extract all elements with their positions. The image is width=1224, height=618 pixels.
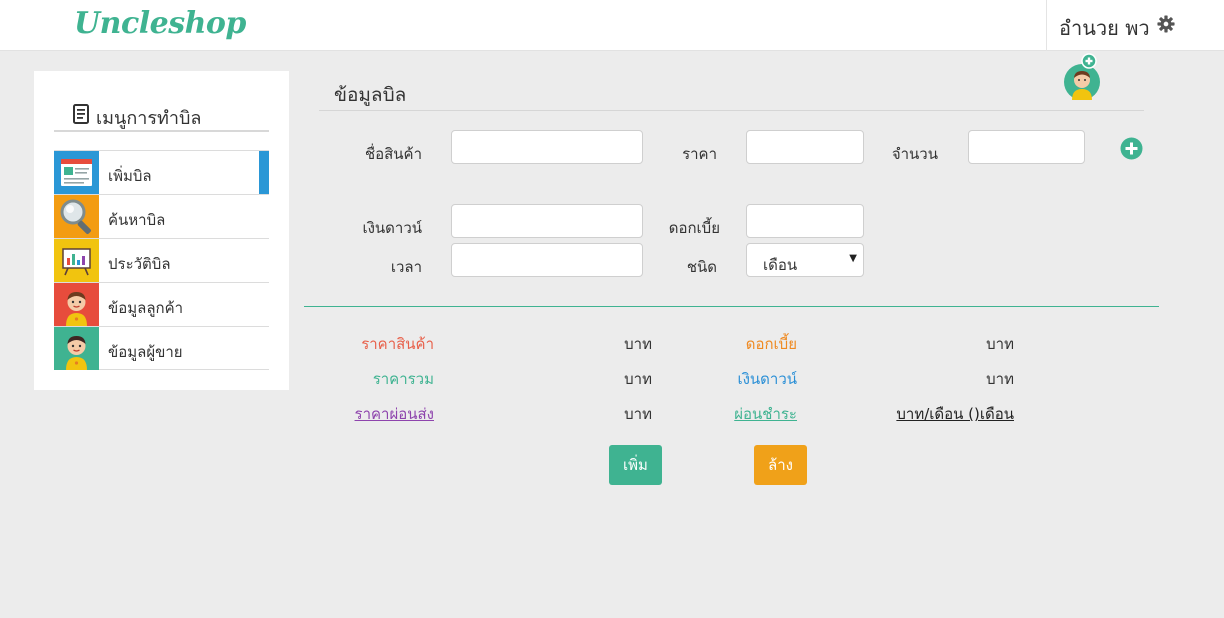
summary-payment-link[interactable]: ผ่อนชำระ <box>714 402 797 426</box>
bill-form-panel: ข้อมูลบิล ชื่อสินค้า ราคา จำนวน เงินดาวน… <box>304 53 1159 500</box>
price-input[interactable] <box>746 130 864 164</box>
sidebar-item-search-bill[interactable]: ค้นหาบิล <box>54 194 269 238</box>
sidebar-item-label: ค้นหาบิล <box>108 211 166 229</box>
summary-interest-unit: บาท <box>986 335 1014 353</box>
chart-board-icon <box>54 239 99 282</box>
product-name-label: ชื่อสินค้า <box>364 145 422 163</box>
gear-icon[interactable] <box>1157 15 1175 33</box>
summary-interest-label: ดอกเบี้ย <box>745 335 797 353</box>
user-name[interactable]: อำนวย พว <box>1059 12 1150 44</box>
type-label: ชนิด <box>686 258 717 276</box>
interest-label: ดอกเบี้ย <box>668 219 720 237</box>
summary-installment-price-unit: บาท <box>624 405 652 423</box>
product-name-input[interactable] <box>451 130 643 164</box>
menu-title: เมนูการทำบิล <box>54 101 269 132</box>
add-button[interactable]: เพิ่ม <box>609 445 662 485</box>
menu-title-text: เมนูการทำบิล <box>96 108 202 129</box>
seller-avatar-icon <box>54 327 99 370</box>
sidebar-item-label: เพิ่มบิล <box>108 167 152 185</box>
summary-total-price-label: ราคารวม <box>372 370 434 388</box>
summary-product-price-unit: บาท <box>624 335 652 353</box>
title-divider <box>319 110 1144 111</box>
section-title: ข้อมูลบิล <box>334 84 407 106</box>
summary-total-price-unit: บาท <box>624 370 652 388</box>
sidebar-item-label: ข้อมูลลูกค้า <box>108 299 184 317</box>
sidebar-item-add-bill[interactable]: เพิ่มบิล <box>54 150 269 194</box>
active-indicator <box>259 151 269 194</box>
summary-payment-unit-link[interactable]: บาท/เดือน ()เดือน <box>864 402 1014 426</box>
quantity-label: จำนวน <box>891 145 938 163</box>
bill-form-icon <box>54 151 99 194</box>
sidebar-item-customer-info[interactable]: ข้อมูลลูกค้า <box>54 282 269 326</box>
add-customer-profile-icon[interactable] <box>1062 53 1102 101</box>
section-divider <box>304 306 1159 307</box>
quantity-input[interactable] <box>968 130 1085 164</box>
add-item-icon[interactable] <box>1120 137 1143 160</box>
sidebar-item-seller-info[interactable]: ข้อมูลผู้ขาย <box>54 326 269 370</box>
user-menu[interactable]: อำนวย พว <box>1046 0 1224 51</box>
period-label: เวลา <box>390 258 422 276</box>
summary-down-payment-label: เงินดาวน์ <box>737 370 797 388</box>
down-payment-input[interactable] <box>451 204 643 238</box>
price-label: ราคา <box>682 145 717 163</box>
sidebar-item-label: ข้อมูลผู้ขาย <box>108 343 183 361</box>
dropdown-arrow-icon: ▼ <box>849 253 857 264</box>
logo[interactable]: Uncleshop <box>74 6 246 41</box>
sidebar-item-bill-history[interactable]: ประวัติบิล <box>54 238 269 282</box>
summary-down-payment-unit: บาท <box>986 370 1014 388</box>
period-type-select[interactable]: เดือน ▼ <box>746 243 864 277</box>
menu-list: เพิ่มบิล ค้นหาบิล ประวัติบิล ข้อมูลลูกค้… <box>54 150 269 370</box>
top-bar: Uncleshop อำนวย พว <box>0 0 1224 51</box>
sidebar: เมนูการทำบิล เพิ่มบิล ค้นหาบิล ประวัติบิ… <box>34 71 289 390</box>
period-type-selected: เดือน <box>763 256 798 274</box>
interest-input[interactable] <box>746 204 864 238</box>
clear-button[interactable]: ล้าง <box>754 445 807 485</box>
document-icon <box>73 104 89 124</box>
period-input[interactable] <box>451 243 643 277</box>
magnifier-icon <box>54 195 99 238</box>
summary-product-price-label: ราคาสินค้า <box>361 335 434 353</box>
summary-installment-price-link[interactable]: ราคาผ่อนส่ง <box>344 402 434 426</box>
sidebar-item-label: ประวัติบิล <box>108 255 171 273</box>
down-payment-label: เงินดาวน์ <box>362 219 422 237</box>
customer-avatar-icon <box>54 283 99 326</box>
